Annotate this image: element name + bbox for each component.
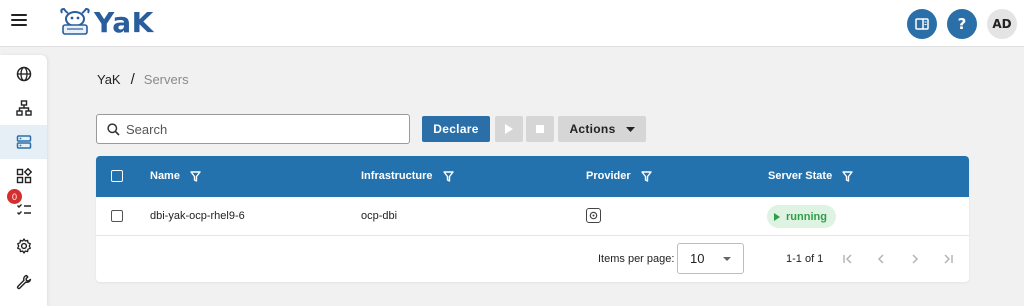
column-infrastructure-label: Infrastructure [361,170,433,182]
nav-item-servers[interactable] [0,125,47,159]
panel-icon [915,18,929,30]
table-row[interactable]: dbi-yak-ocp-rhel9-6 ocp-dbi running [96,197,969,236]
table-header: Name Infrastructure Provider Server Stat… [96,156,969,197]
globe-icon [16,66,31,82]
page-size-value: 10 [690,251,705,266]
menu-icon[interactable] [11,14,27,30]
last-page-icon [944,254,953,264]
chevron-left-icon [877,254,884,264]
nav-item-network[interactable] [0,91,47,125]
yak-mascot-icon [60,7,90,35]
cell-server-name[interactable]: dbi-yak-ocp-rhel9-6 [150,210,245,222]
components-icon [16,168,32,184]
filter-icon[interactable] [190,170,201,182]
user-avatar[interactable]: AD [987,9,1017,39]
status-label: running [786,210,827,223]
filter-icon[interactable] [842,170,853,182]
app-logo[interactable]: YaK [58,5,154,39]
search-input[interactable] [126,121,396,137]
notification-badge: 0 [7,189,22,204]
column-server-state: Server State [768,170,853,182]
caret-down-icon [723,257,731,261]
stop-button[interactable] [526,116,554,142]
items-per-page-label: Items per page: [598,253,675,265]
breadcrumb-home[interactable]: YaK [97,72,121,87]
column-infrastructure: Infrastructure [361,170,454,182]
breadcrumb-separator: / [130,71,135,88]
network-icon [15,100,32,116]
chevron-right-icon [912,254,919,264]
actions-label: Actions [569,122,616,136]
next-page-button[interactable] [906,250,924,268]
openshift-provider-icon [586,208,601,223]
nav-item-tools[interactable] [0,265,47,299]
page-range-label: 1-1 of 1 [786,253,824,265]
servers-icon [16,135,31,149]
cell-infrastructure: ocp-dbi [361,210,398,222]
provider-logo-icon [589,211,598,220]
paginator: Items per page: 10 1-1 of 1 [96,236,969,282]
search-icon [107,122,120,136]
servers-table: Name Infrastructure Provider Server Stat… [96,156,969,282]
last-page-button[interactable] [939,250,957,268]
actions-dropdown[interactable]: Actions [558,116,646,142]
settings-icon [16,238,31,254]
jobs-icon [16,204,31,215]
select-all-checkbox[interactable] [111,170,123,182]
side-panel-button[interactable] [907,9,937,39]
nav-item-jobs[interactable]: 0 [0,189,47,227]
help-button[interactable]: ? [947,9,977,39]
first-page-icon [843,254,852,264]
row-checkbox[interactable] [111,210,123,222]
column-provider-label: Provider [586,170,631,182]
nav-item-globe[interactable] [0,57,47,91]
filter-icon[interactable] [442,170,454,182]
column-provider: Provider [586,170,652,182]
start-button[interactable] [495,116,523,142]
side-navigation: 0 [0,55,47,306]
caret-down-icon [625,126,635,132]
previous-page-button[interactable] [872,250,890,268]
filter-icon[interactable] [640,170,652,182]
top-bar: YaK ? AD [0,0,1024,47]
column-name: Name [150,170,201,182]
wrench-icon [16,274,31,290]
first-page-button[interactable] [839,250,857,268]
search-box[interactable] [96,114,410,144]
play-status-icon [774,212,780,221]
nav-item-components[interactable] [0,159,47,193]
app-logo-text: YaK [94,5,154,39]
breadcrumb-current: Servers [143,72,189,87]
column-name-label: Name [150,170,180,182]
declare-button[interactable]: Declare [422,116,490,142]
breadcrumb: YaK / Servers [97,71,189,88]
play-icon [505,124,513,134]
nav-item-settings[interactable] [0,229,47,263]
page-size-select[interactable]: 10 [677,243,744,274]
status-badge: running [767,205,836,228]
stop-icon [536,125,544,133]
column-server-state-label: Server State [768,170,833,182]
